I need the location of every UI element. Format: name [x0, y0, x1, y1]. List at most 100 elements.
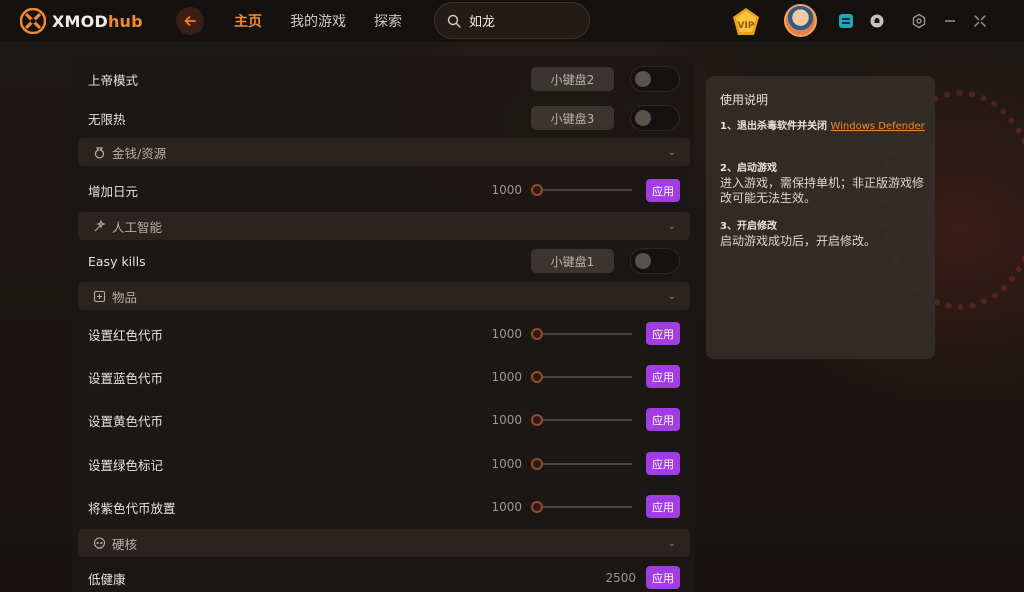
slider-handle[interactable] [531, 328, 543, 340]
value-slider[interactable] [531, 184, 632, 196]
slider-track [537, 506, 632, 508]
step-body: 进入游戏，需保持单机；非正版游戏修改可能无法生效。 [720, 176, 925, 205]
slider-value: 1000 [491, 327, 522, 341]
cheat-label: 增加日元 [88, 183, 139, 199]
cheat-label: 无限热 [88, 111, 126, 127]
top-bar: XMODhub 主页 我的游戏 探索 VIP [0, 0, 1024, 42]
slider-track [537, 463, 632, 465]
slider-value: 1000 [491, 370, 522, 384]
section-label: 物品 [112, 289, 138, 305]
value-slider[interactable] [531, 414, 632, 426]
cheat-label: Easy kills [88, 253, 146, 269]
cheat-label: 设置绿色标记 [88, 457, 164, 473]
slider-track [537, 333, 632, 335]
section-label: 硬核 [112, 536, 138, 552]
chevron-down-icon: ⌄ [667, 290, 676, 302]
section-label: 金钱/资源 [112, 145, 167, 161]
slider-value: 1000 [491, 500, 522, 514]
instruction-step-3: 3、开启修改 启动游戏成功后，开启修改。 [720, 220, 925, 249]
step-body: 启动游戏成功后，开启修改。 [720, 234, 877, 248]
nav-my-games[interactable]: 我的游戏 [290, 11, 346, 31]
skull-icon [92, 536, 106, 550]
brand-main: XMOD [52, 11, 108, 31]
cheat-label: 将紫色代币放置 [88, 500, 176, 516]
arrow-left-icon [184, 16, 196, 26]
instructions-card: 使用说明 1、退出杀毒软件并关闭 Windows Defender 2、启动游戏… [706, 76, 935, 359]
list-item: Easy kills 小键盘1 [72, 248, 695, 274]
apply-button[interactable]: 应用 [646, 322, 680, 345]
section-header-money[interactable]: 金钱/资源 ⌄ [78, 138, 690, 166]
input-value[interactable]: 2500 [596, 571, 636, 585]
slider-handle[interactable] [531, 371, 543, 383]
fullscreen-icon[interactable] [972, 13, 988, 29]
apply-button[interactable]: 应用 [646, 495, 680, 518]
nav-explore[interactable]: 探索 [374, 11, 402, 31]
brand-hub: hub [107, 11, 143, 31]
section-header-items[interactable]: 物品 ⌄ [78, 282, 690, 310]
cheat-list-panel: 上帝模式 小键盘2 无限热 小键盘3 金钱/资源 ⌄ 增加日元 1000 应用 … [72, 56, 695, 592]
section-header-ai[interactable]: 人工智能 ⌄ [78, 212, 690, 240]
value-slider[interactable] [531, 328, 632, 340]
apply-button[interactable]: 应用 [646, 365, 680, 388]
list-item: 设置蓝色代币 1000 应用 [72, 364, 695, 390]
bell-icon[interactable] [869, 13, 885, 29]
list-item: 设置黄色代币 1000 应用 [72, 407, 695, 433]
value-slider[interactable] [531, 458, 632, 470]
settings-icon[interactable] [911, 13, 927, 29]
cheat-label: 上帝模式 [88, 72, 139, 88]
no-heat-toggle[interactable] [630, 105, 680, 131]
step-heading: 3、开启修改 [720, 221, 777, 232]
back-button[interactable] [176, 7, 204, 35]
instruction-step-2: 2、启动游戏 进入游戏，需保持单机；非正版游戏修改可能无法生效。 [720, 162, 925, 206]
search-input[interactable] [469, 13, 579, 28]
app-icon[interactable] [838, 13, 854, 29]
value-slider[interactable] [531, 501, 632, 513]
chevron-down-icon: ⌄ [667, 537, 676, 549]
logo[interactable]: XMODhub [20, 8, 143, 34]
slider-value: 1000 [491, 457, 522, 471]
list-item: 增加日元 1000 应用 [72, 177, 695, 203]
section-label: 人工智能 [112, 219, 163, 235]
value-slider[interactable] [531, 371, 632, 383]
slider-handle[interactable] [531, 458, 543, 470]
instruction-step-1: 1、退出杀毒软件并关闭 Windows Defender [720, 120, 925, 134]
user-avatar[interactable] [784, 4, 817, 37]
chevron-down-icon: ⌄ [667, 220, 676, 232]
search-box[interactable] [434, 2, 590, 39]
apply-button[interactable]: 应用 [646, 408, 680, 431]
instructions-title: 使用说明 [720, 93, 769, 107]
xmod-logo-icon [20, 8, 46, 34]
apply-button[interactable]: 应用 [646, 566, 680, 589]
minimize-icon[interactable] [942, 13, 958, 29]
section-header-hardcore[interactable]: 硬核 ⌄ [78, 529, 690, 557]
vip-badge-icon[interactable]: VIP [730, 6, 762, 38]
slider-track [537, 189, 632, 191]
list-item: 上帝模式 小键盘2 [72, 66, 695, 92]
slider-value: 1000 [491, 413, 522, 427]
hotkey-chip: 小键盘3 [531, 106, 614, 130]
list-item: 无限热 小键盘3 [72, 105, 695, 131]
slider-handle[interactable] [531, 501, 543, 513]
search-icon [447, 14, 461, 28]
hotkey-chip: 小键盘2 [531, 67, 614, 91]
list-item: 设置红色代币 1000 应用 [72, 321, 695, 347]
slider-track [537, 376, 632, 378]
nav-home[interactable]: 主页 [234, 11, 262, 31]
god-mode-toggle[interactable] [630, 66, 680, 92]
slider-track [537, 419, 632, 421]
list-item: 将紫色代币放置 1000 应用 [72, 494, 695, 520]
slider-handle[interactable] [531, 414, 543, 426]
cheat-label: 设置红色代币 [88, 327, 164, 343]
list-item: 设置绿色标记 1000 应用 [72, 451, 695, 477]
ai-sparkle-icon [92, 219, 106, 233]
easy-kills-toggle[interactable] [630, 248, 680, 274]
apply-button[interactable]: 应用 [646, 452, 680, 475]
windows-defender-link[interactable]: Windows Defender [830, 121, 924, 132]
apply-button[interactable]: 应用 [646, 179, 680, 202]
money-bag-icon [92, 145, 106, 159]
slider-handle[interactable] [531, 184, 543, 196]
brand-name: XMODhub [52, 12, 143, 31]
svg-text:VIP: VIP [738, 21, 755, 31]
step-heading: 2、启动游戏 [720, 163, 777, 174]
step-text: 1、退出杀毒软件并关闭 Windows Defender [720, 120, 925, 134]
